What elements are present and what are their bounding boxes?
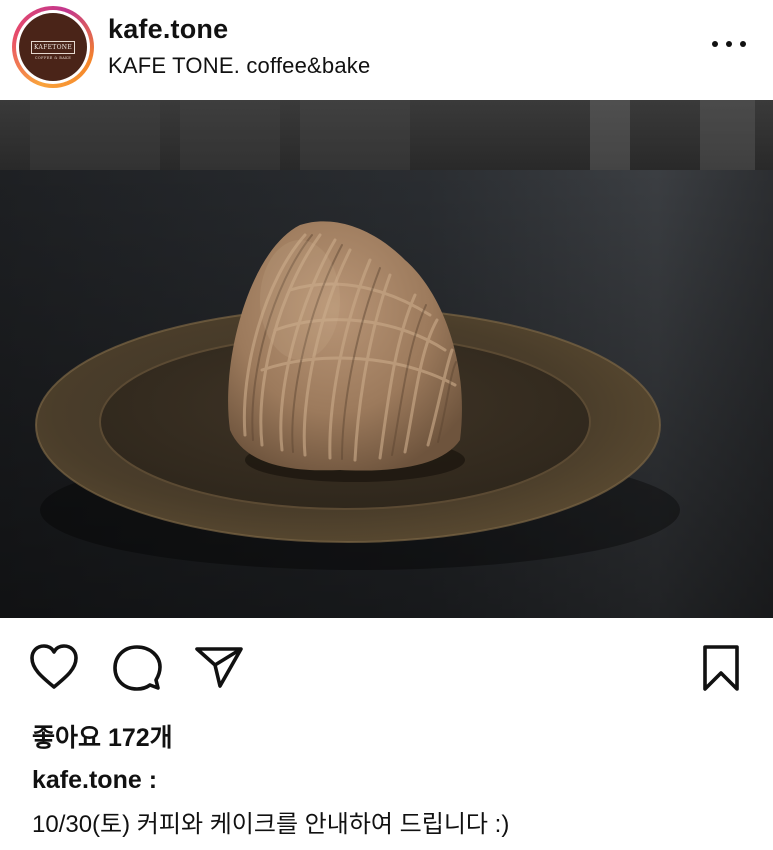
comment-button[interactable] bbox=[112, 644, 162, 692]
bookmark-icon bbox=[703, 645, 739, 691]
save-button[interactable] bbox=[700, 644, 742, 692]
post-header: KAFETONE COFFEE & BAKE kafe.tone KAFE TO… bbox=[0, 0, 773, 100]
instagram-post: KAFETONE COFFEE & BAKE kafe.tone KAFE TO… bbox=[0, 0, 773, 850]
profile-subtitle: KAFE TONE. coffee&bake bbox=[108, 53, 371, 78]
caption-username[interactable]: kafe.tone : bbox=[32, 766, 157, 795]
logo-subtext: COFFEE & BAKE bbox=[34, 56, 72, 60]
avatar-image: KAFETONE COFFEE & BAKE bbox=[19, 13, 87, 81]
caption-text: 10/30(토) 커피와 케이크를 안내하여 드립니다 :) bbox=[32, 811, 510, 838]
share-button[interactable] bbox=[194, 644, 244, 690]
heart-icon bbox=[30, 644, 78, 689]
like-count[interactable]: 좋아요 172개 bbox=[32, 718, 173, 754]
avatar[interactable]: KAFETONE COFFEE & BAKE bbox=[12, 6, 94, 88]
send-icon bbox=[195, 647, 243, 688]
more-options-button[interactable] bbox=[706, 32, 752, 56]
brand-logo: KAFETONE bbox=[31, 41, 75, 54]
like-button[interactable] bbox=[28, 643, 80, 691]
logo-text: KAFETONE bbox=[33, 44, 73, 51]
more-horizontal-icon bbox=[712, 41, 718, 47]
post-image[interactable] bbox=[0, 100, 773, 618]
comment-icon bbox=[113, 645, 162, 691]
username[interactable]: kafe.tone bbox=[108, 14, 228, 45]
